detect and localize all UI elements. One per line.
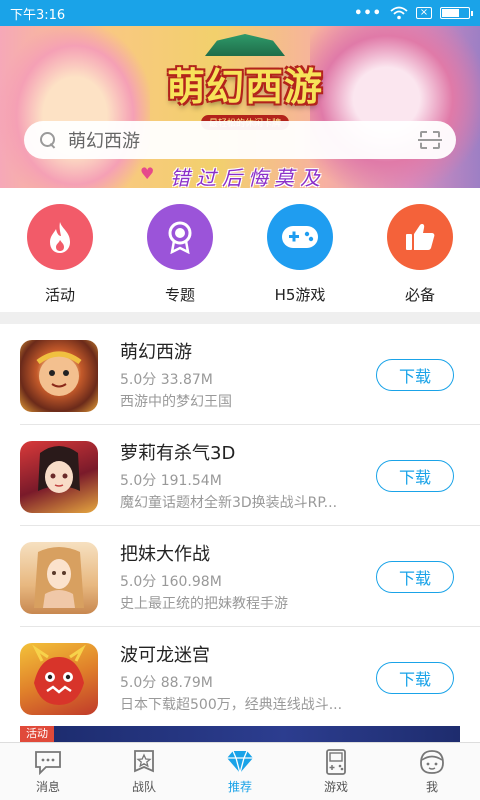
app-meta: 5.0分 191.54M: [120, 473, 222, 489]
category-label: 专题: [164, 286, 195, 304]
list-item[interactable]: 把妹大作战 5.0分 160.98M 史上最正统的把妹教程手游 下载: [20, 526, 480, 627]
tab-me[interactable]: 我: [384, 743, 480, 800]
sim-x-icon: ×: [416, 7, 432, 19]
category-label: 必备: [404, 286, 435, 304]
tab-label: 推荐: [227, 780, 252, 794]
message-icon: [35, 751, 61, 775]
list-item[interactable]: 波可龙迷宫 5.0分 88.79M 日本下载超500万，经典连线战斗... 下载: [20, 627, 480, 728]
status-time: 下午3:16: [10, 7, 66, 23]
download-button[interactable]: 下载: [376, 359, 454, 391]
badge-icon: [147, 204, 213, 270]
tab-team[interactable]: 战队: [96, 743, 192, 800]
flame-icon: [27, 204, 93, 270]
app-name: 萝莉有杀气3D: [120, 443, 236, 464]
app-list: 萌幻西游 5.0分 33.87M 西游中的梦幻王国 下载 萝莉有杀气3D 5.0…: [0, 324, 480, 728]
pagoda-roof-icon: [205, 34, 285, 56]
tab-label: 游戏: [323, 780, 348, 794]
team-icon: [134, 750, 154, 773]
gameboy-icon: [326, 749, 346, 775]
app-icon: [20, 441, 98, 513]
wifi-icon: [390, 6, 408, 20]
promo-banner[interactable]: 萌幻西游 最轻松的休闲卡牌 ♥ 错过后悔莫及: [0, 26, 480, 188]
activity-banner[interactable]: 活动: [20, 726, 460, 742]
heart-icon: ♥: [140, 164, 155, 183]
category-activity[interactable]: 活动: [0, 188, 120, 312]
tab-recommend[interactable]: 推荐: [192, 743, 288, 800]
app-description: 西游中的梦幻王国: [120, 394, 232, 410]
diamond-icon: [227, 750, 253, 775]
tab-label: 战队: [131, 780, 156, 794]
download-button[interactable]: 下载: [376, 662, 454, 694]
activity-tag: 活动: [20, 726, 54, 742]
tab-label: 消息: [35, 780, 60, 794]
gamepad-icon: [267, 204, 333, 270]
game-logo: 萌幻西游 最轻松的休闲卡牌: [160, 56, 330, 130]
app-description: 日本下载超500万，经典连线战斗...: [120, 697, 343, 713]
app-icon: [20, 643, 98, 715]
category-h5-games[interactable]: H5游戏: [240, 188, 360, 312]
tab-messages[interactable]: 消息: [0, 743, 96, 800]
scan-icon[interactable]: [418, 131, 442, 149]
category-grid: 活动 专题 H5游戏 必备: [0, 188, 480, 312]
search-input[interactable]: 萌幻西游: [68, 127, 420, 153]
app-icon: [20, 542, 98, 614]
app-meta: 5.0分 88.79M: [120, 675, 213, 691]
signal-dots-icon: •••: [354, 5, 382, 21]
thumbs-up-icon: [387, 204, 453, 270]
category-essentials[interactable]: 必备: [360, 188, 480, 312]
face-icon: [420, 750, 444, 774]
app-description: 魔幻童话题材全新3D换装战斗RP...: [120, 495, 338, 511]
app-name: 把妹大作战: [120, 544, 210, 565]
download-button[interactable]: 下载: [376, 460, 454, 492]
category-topics[interactable]: 专题: [120, 188, 240, 312]
list-item[interactable]: 萌幻西游 5.0分 33.87M 西游中的梦幻王国 下载: [20, 324, 480, 425]
search-bar[interactable]: 萌幻西游: [24, 121, 456, 159]
list-item[interactable]: 萝莉有杀气3D 5.0分 191.54M 魔幻童话题材全新3D换装战斗RP...…: [20, 425, 480, 526]
app-name: 波可龙迷宫: [120, 645, 210, 666]
category-label: 活动: [44, 286, 75, 304]
status-indicators: ••• ×: [354, 5, 473, 21]
category-label: H5游戏: [274, 286, 326, 304]
app-name: 萌幻西游: [120, 342, 192, 363]
app-meta: 5.0分 33.87M: [120, 372, 213, 388]
bottom-tab-bar: 消息 战队 推荐 游戏 我: [0, 742, 480, 800]
download-button[interactable]: 下载: [376, 561, 454, 593]
game-logo-text: 萌幻西游: [166, 64, 323, 109]
app-meta: 5.0分 160.98M: [120, 574, 222, 590]
app-icon: [20, 340, 98, 412]
app-description: 史上最正统的把妹教程手游: [120, 596, 288, 612]
battery-icon: [440, 7, 473, 19]
tab-games[interactable]: 游戏: [288, 743, 384, 800]
search-icon: [40, 132, 56, 148]
banner-slogan: 错过后悔莫及: [170, 166, 326, 188]
tab-label: 我: [425, 780, 438, 794]
status-bar: 下午3:16 ••• ×: [0, 0, 480, 26]
section-divider: [0, 312, 480, 324]
